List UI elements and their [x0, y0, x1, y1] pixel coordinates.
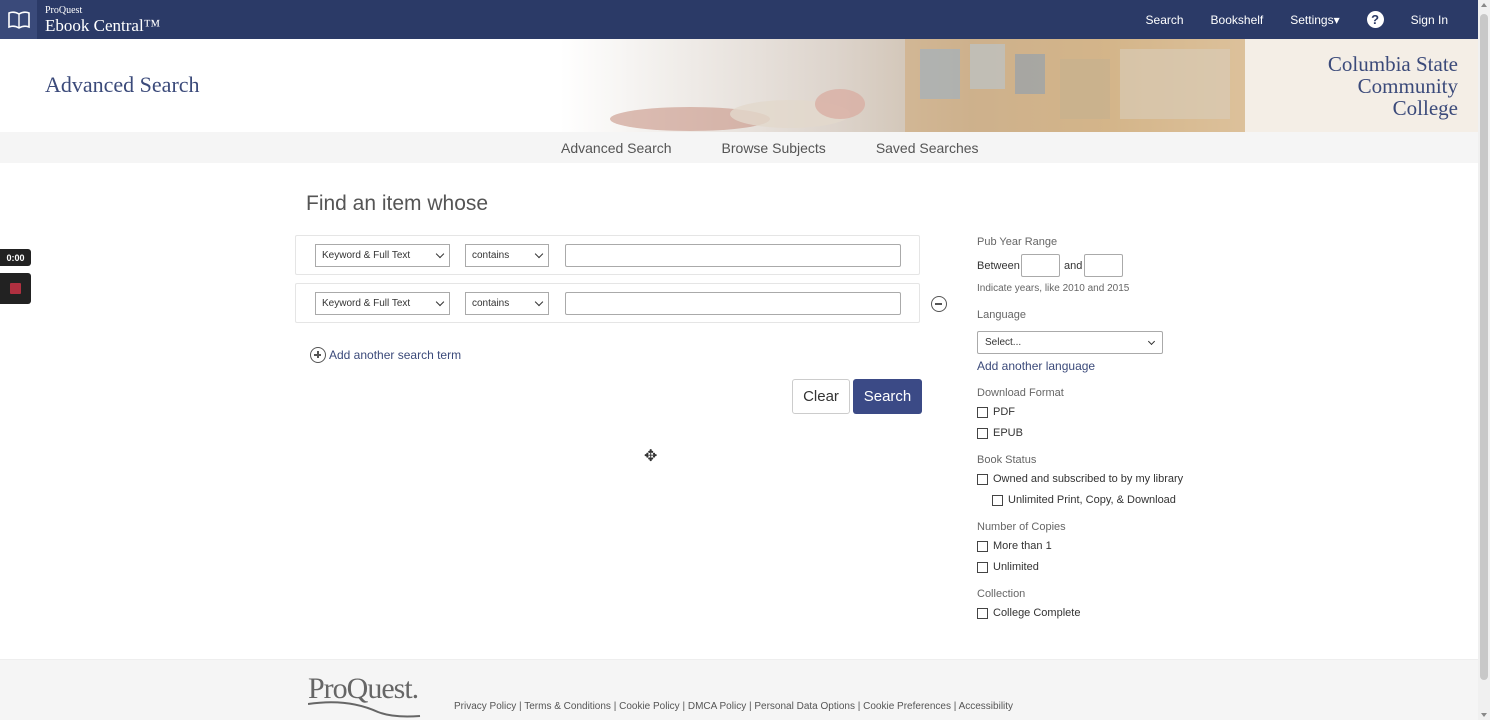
search-term-input[interactable] [565, 292, 901, 315]
tab-browse-subjects[interactable]: Browse Subjects [722, 140, 826, 156]
cookie-policy-link[interactable]: Cookie Policy [619, 701, 680, 712]
unlimited-print-checkbox[interactable]: Unlimited Print, Copy, & Download [992, 494, 1176, 506]
add-language-link[interactable]: Add another language [977, 359, 1095, 373]
pub-year-label: Pub Year Range [977, 236, 1058, 248]
add-search-term-label: Add another search term [329, 348, 462, 362]
chevron-down-icon [534, 249, 544, 259]
proquest-swoosh-icon [308, 701, 421, 718]
nav-settings[interactable]: Settings▾ [1290, 13, 1339, 27]
operator-select-value: contains [472, 250, 510, 261]
college-line-1: Columbia State [1327, 52, 1458, 76]
banner: Advanced Search Columbia State Community… [0, 39, 1478, 132]
collection-label: Collection [977, 588, 1026, 600]
epub-checkbox[interactable]: EPUB [977, 427, 1023, 439]
chevron-down-icon [534, 297, 544, 307]
search-button[interactable]: Search [853, 379, 922, 414]
tab-advanced-search[interactable]: Advanced Search [561, 140, 672, 170]
nav-sign-in[interactable]: Sign In [1411, 13, 1448, 27]
stop-icon [10, 283, 21, 294]
college-complete-label: College Complete [993, 607, 1081, 619]
checkbox-box[interactable] [977, 561, 988, 573]
unlimited-copies-label: Unlimited [993, 561, 1039, 573]
personal-data-link[interactable]: Personal Data Options [754, 701, 855, 712]
scroll-up-icon[interactable] [1481, 3, 1487, 7]
language-select-value: Select... [985, 337, 1022, 348]
language-label: Language [977, 309, 1026, 321]
scroll-down-icon[interactable] [1481, 713, 1487, 717]
sub-navigation: Advanced Search Browse Subjects Saved Se… [0, 132, 1478, 170]
college-name: Columbia State Community College [1328, 53, 1458, 119]
pdf-label: PDF [993, 406, 1015, 418]
more-than-one-label: More than 1 [993, 540, 1052, 552]
year-from-input[interactable] [1021, 254, 1060, 277]
operator-select[interactable]: contains [465, 292, 549, 315]
more-than-one-checkbox[interactable]: More than 1 [977, 540, 1052, 552]
footer-links: Privacy Policy | Terms & Conditions | Co… [454, 701, 1014, 712]
operator-select[interactable]: contains [465, 244, 549, 267]
search-row-1: Keyword & Full Text contains [295, 235, 920, 275]
college-line-3: College [1392, 96, 1458, 120]
college-line-2: Community [1357, 74, 1458, 98]
college-complete-checkbox[interactable]: College Complete [977, 607, 1080, 619]
search-term-input[interactable] [565, 244, 901, 267]
owned-checkbox[interactable]: Owned and subscribed to by my library [977, 473, 1183, 485]
tab-saved-searches[interactable]: Saved Searches [876, 140, 979, 156]
recording-timer: 0:00 [0, 249, 31, 266]
remove-row-icon[interactable] [931, 296, 947, 312]
language-select[interactable]: Select... [977, 331, 1163, 354]
cookie-preferences-link[interactable]: Cookie Preferences [863, 701, 951, 712]
page-title: Advanced Search [45, 72, 200, 97]
find-heading: Find an item whose [306, 192, 489, 215]
add-search-term-link[interactable]: Add another search term [310, 347, 461, 363]
logo-small-text: ProQuest [45, 4, 83, 16]
field-select[interactable]: Keyword & Full Text [315, 244, 450, 267]
year-hint: Indicate years, like 2010 and 2015 [977, 283, 1130, 294]
epub-label: EPUB [993, 427, 1023, 439]
pdf-checkbox[interactable]: PDF [977, 406, 1015, 418]
nav-search[interactable]: Search [1146, 13, 1184, 27]
download-format-label: Download Format [977, 387, 1064, 399]
checkbox-box[interactable] [977, 473, 988, 485]
field-select-value: Keyword & Full Text [322, 298, 411, 309]
stop-recording-button[interactable] [0, 273, 31, 304]
search-row-2: Keyword & Full Text contains [295, 283, 920, 323]
chevron-down-icon [1147, 337, 1156, 346]
app-logo[interactable]: ProQuest Ebook Central™ [0, 0, 160, 39]
checkbox-box[interactable] [977, 607, 988, 619]
chevron-down-icon [435, 249, 445, 259]
clear-button[interactable]: Clear [792, 379, 850, 414]
checkbox-box[interactable] [977, 427, 988, 439]
book-icon [0, 0, 37, 39]
scrollbar-thumb[interactable] [1480, 14, 1488, 680]
dmca-policy-link[interactable]: DMCA Policy [688, 701, 746, 712]
footer: ProQuest. Privacy Policy | Terms & Condi… [0, 659, 1478, 720]
privacy-policy-link[interactable]: Privacy Policy [454, 701, 516, 712]
checkbox-box[interactable] [977, 540, 988, 552]
field-select-value: Keyword & Full Text [322, 250, 411, 261]
field-select[interactable]: Keyword & Full Text [315, 292, 450, 315]
year-to-input[interactable] [1084, 254, 1123, 277]
between-label: Between [977, 260, 1020, 272]
book-status-label: Book Status [977, 454, 1037, 466]
checkbox-box[interactable] [992, 494, 1003, 506]
checkbox-box[interactable] [977, 406, 988, 418]
nav-bookshelf[interactable]: Bookshelf [1211, 13, 1264, 27]
move-cursor-icon: ✥ [644, 448, 658, 465]
logo-big-text: Ebook Central™ [45, 15, 161, 35]
plus-circle-icon [310, 347, 326, 363]
unlimited-copies-checkbox[interactable]: Unlimited [977, 561, 1039, 573]
page-scrollbar[interactable] [1478, 0, 1490, 720]
terms-link[interactable]: Terms & Conditions [524, 701, 611, 712]
top-navbar: ProQuest Ebook Central™ Search Bookshelf… [0, 0, 1478, 39]
library-banner-image [560, 39, 1245, 132]
and-label: and [1064, 260, 1083, 272]
unlimited-print-label: Unlimited Print, Copy, & Download [1008, 494, 1176, 506]
copies-label: Number of Copies [977, 521, 1066, 533]
accessibility-link[interactable]: Accessibility [959, 701, 1013, 712]
operator-select-value: contains [472, 298, 510, 309]
chevron-down-icon [435, 297, 445, 307]
help-icon[interactable]: ? [1366, 11, 1384, 28]
owned-label: Owned and subscribed to by my library [993, 473, 1184, 485]
top-nav-links: Search Bookshelf Settings▾ ? Sign In [1146, 0, 1448, 39]
